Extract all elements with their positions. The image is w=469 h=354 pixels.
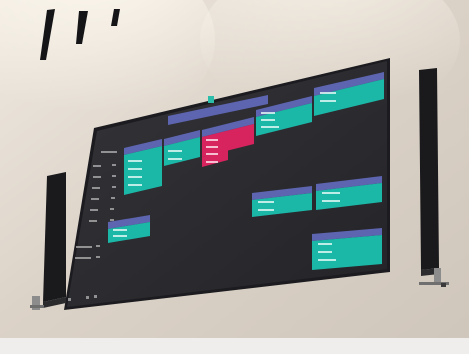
floor-strip [0,338,469,354]
scene [0,0,469,354]
photo [0,0,469,354]
header-icon [208,96,214,103]
